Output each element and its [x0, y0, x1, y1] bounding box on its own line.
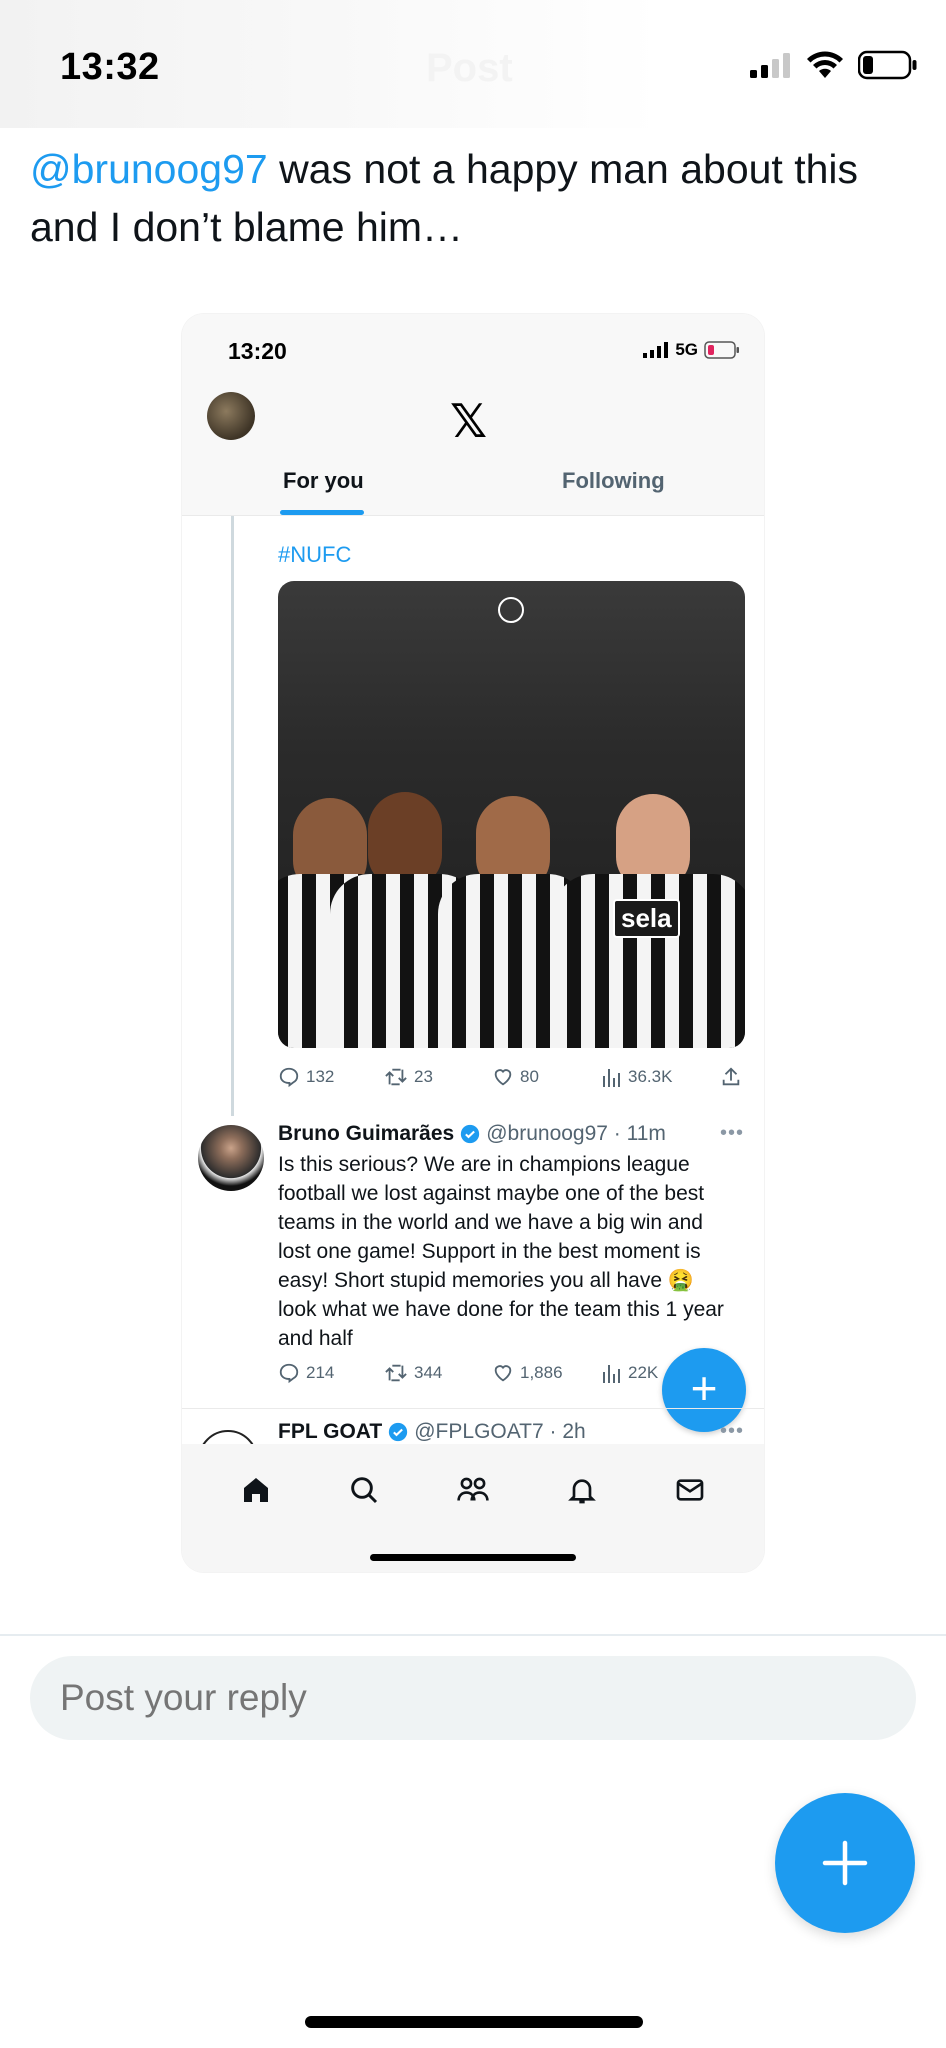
- author-name[interactable]: Bruno Guimarães: [278, 1122, 454, 1146]
- thread-line: [231, 516, 234, 1116]
- signal-icon: [643, 342, 669, 358]
- author-name[interactable]: FPL GOAT: [278, 1420, 382, 1444]
- reply-icon: [279, 1363, 299, 1384]
- repost-count: 23: [414, 1067, 433, 1086]
- reply-count: 132: [306, 1067, 335, 1086]
- x-logo: 𝕏: [450, 395, 488, 447]
- like-button[interactable]: 1,886: [492, 1362, 602, 1384]
- repost-icon: [385, 1364, 407, 1382]
- verified-icon: [389, 1422, 408, 1442]
- share-button[interactable]: [720, 1066, 742, 1088]
- home-indicator: [305, 2016, 643, 2028]
- network-label: 5G: [675, 340, 698, 359]
- views-button[interactable]: 22K: [602, 1362, 658, 1384]
- author-handle[interactable]: @brunoog97 · 11m: [486, 1122, 666, 1146]
- repost-button[interactable]: 23: [384, 1066, 492, 1088]
- divider: [0, 1634, 946, 1636]
- wifi-icon: [807, 51, 843, 78]
- next-post-header: FPL GOAT @FPLGOAT7 · 2h: [278, 1420, 586, 1444]
- views-button[interactable]: 36.3K: [602, 1066, 720, 1088]
- repost-count: 344: [414, 1363, 443, 1382]
- notifications-icon[interactable]: [566, 1474, 598, 1506]
- plus-icon: +: [690, 1362, 718, 1414]
- embedded-status-time: 13:20: [228, 338, 287, 364]
- author-handle[interactable]: @FPLGOAT7 · 2h: [414, 1420, 585, 1444]
- reply-input[interactable]: [30, 1656, 916, 1740]
- reply-avatar[interactable]: [198, 1125, 264, 1191]
- verified-icon: [461, 1124, 480, 1144]
- divider: [182, 515, 764, 516]
- post-image[interactable]: sela: [278, 581, 745, 1048]
- like-button[interactable]: 80: [492, 1066, 602, 1088]
- hashtag-link[interactable]: #NUFC: [278, 542, 351, 568]
- sponsor-logo: sela: [613, 899, 680, 938]
- views-icon: [603, 1069, 620, 1087]
- tweet-text: @brunoog97 was not a happy man about thi…: [30, 140, 910, 256]
- post-actions: 132 23 80 36.3K: [278, 1066, 742, 1088]
- like-count: 1,886: [520, 1363, 563, 1382]
- club-crest-icon: [498, 597, 524, 623]
- heart-icon: [494, 1069, 512, 1086]
- messages-icon[interactable]: [674, 1474, 706, 1506]
- repost-icon: [385, 1068, 407, 1086]
- reply-icon: [279, 1067, 299, 1088]
- embedded-status-icons: 5G: [643, 340, 740, 360]
- profile-avatar[interactable]: [207, 392, 255, 440]
- compose-button[interactable]: [775, 1793, 915, 1933]
- heart-icon: [494, 1365, 512, 1382]
- views-icon: [603, 1365, 620, 1383]
- player-figure: [553, 678, 745, 1048]
- share-icon: [722, 1067, 740, 1086]
- status-bar: 13:32 Post: [0, 0, 946, 128]
- reply-header: Bruno Guimarães @brunoog97 · 11m: [278, 1122, 666, 1146]
- repost-button[interactable]: 344: [384, 1362, 492, 1384]
- status-time: 13:32: [60, 46, 160, 88]
- more-options-icon[interactable]: •••: [720, 1420, 744, 1443]
- embedded-home-indicator: [370, 1554, 576, 1561]
- battery-low-icon: [704, 341, 739, 359]
- signal-icon: [750, 53, 790, 78]
- tab-following[interactable]: Following: [562, 468, 665, 494]
- more-options-icon[interactable]: •••: [720, 1122, 744, 1145]
- view-count: 22K: [628, 1363, 659, 1382]
- reply-actions: 214 344 1,886 22K: [278, 1362, 658, 1384]
- divider: [182, 1408, 764, 1409]
- like-count: 80: [520, 1067, 539, 1086]
- reply-count: 214: [306, 1363, 335, 1382]
- plus-icon: [822, 1840, 868, 1886]
- home-icon[interactable]: [240, 1474, 272, 1506]
- mention-link[interactable]: @brunoog97: [30, 146, 268, 192]
- status-icons: [750, 50, 918, 80]
- header-title: Post: [426, 46, 513, 90]
- embedded-screenshot[interactable]: 13:20 5G 𝕏 For you Following #NUFC sela …: [182, 314, 764, 1572]
- embedded-tab-bar: [182, 1444, 764, 1572]
- communities-icon[interactable]: [456, 1474, 490, 1506]
- search-icon[interactable]: [348, 1474, 380, 1506]
- reply-button[interactable]: 132: [278, 1066, 384, 1088]
- reply-button[interactable]: 214: [278, 1362, 384, 1384]
- tab-for-you[interactable]: For you: [283, 468, 364, 494]
- battery-icon: [858, 50, 917, 80]
- reply-text: Is this serious? We are in champions lea…: [278, 1153, 724, 1350]
- view-count: 36.3K: [628, 1067, 673, 1086]
